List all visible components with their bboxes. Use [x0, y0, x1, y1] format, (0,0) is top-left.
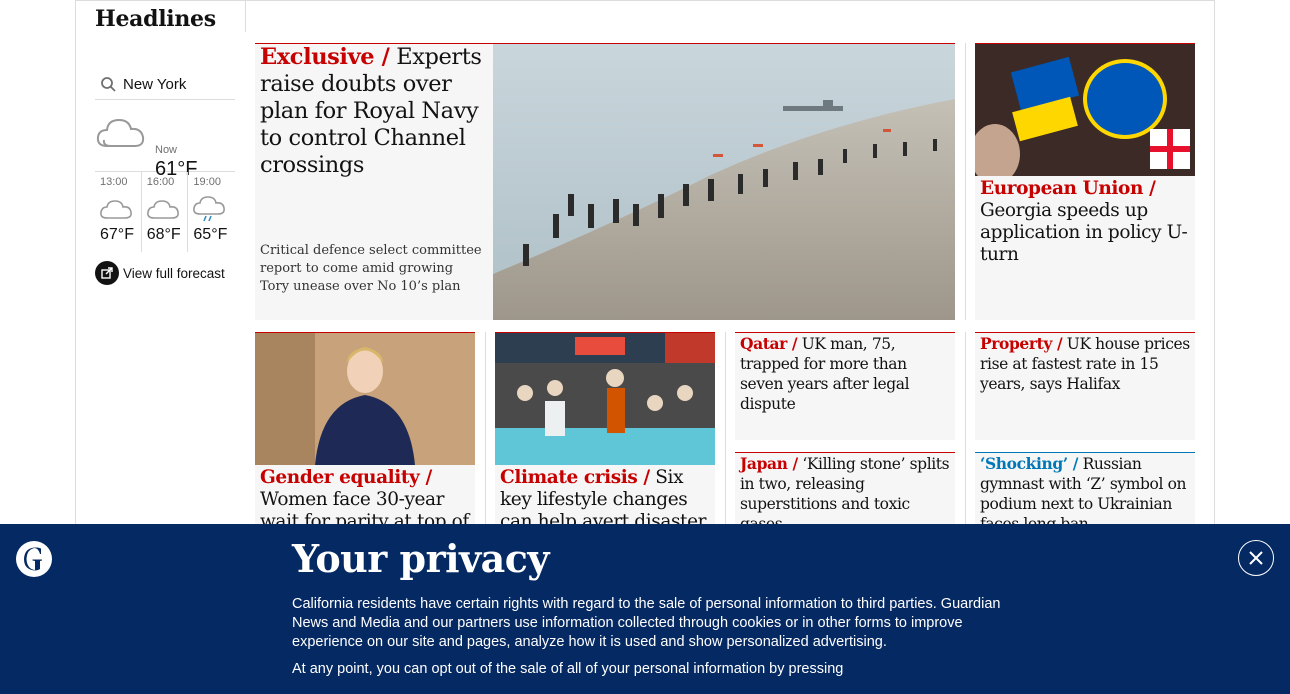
protest-photo: [975, 44, 1195, 176]
eu-headline-text: Georgia speeds up application in policy …: [980, 200, 1188, 265]
headline-card-gender[interactable]: Gender equality / Women face 30-year wai…: [255, 332, 475, 532]
gender-headline: Gender equality / Women face 30-year wai…: [260, 467, 474, 532]
close-icon: [1249, 551, 1263, 565]
headline-card-main[interactable]: Exclusive / Experts raise doubts over pl…: [255, 43, 955, 320]
property-headline: Property / UK house prices rise at faste…: [980, 334, 1192, 394]
privacy-paragraph: California residents have certain rights…: [292, 596, 1001, 650]
beach-photo: [493, 44, 955, 320]
column-divider: [965, 332, 966, 532]
japan-kicker: Japan /: [740, 454, 798, 473]
headline-card-eu[interactable]: European Union / Georgia speeds up appli…: [975, 43, 1195, 320]
close-button[interactable]: [1238, 540, 1274, 576]
property-kicker: Property /: [980, 334, 1063, 353]
weather-now: Now 61°F: [95, 100, 235, 180]
column-divider: [965, 43, 966, 320]
headline-card-shocking[interactable]: ‘Shocking’ / Russian gymnast with ‘Z’ sy…: [975, 452, 1195, 532]
eu-kicker: European Union /: [980, 178, 1156, 199]
headline-card-japan[interactable]: Japan / ‘Killing stone’ splits in two, r…: [735, 452, 955, 532]
weather-hour-time: 16:00: [146, 176, 175, 188]
view-forecast-link[interactable]: View full forecast: [95, 258, 235, 288]
privacy-title: Your privacy: [292, 536, 550, 581]
headline-card-qatar[interactable]: Qatar / UK man, 75, trapped for more tha…: [735, 332, 955, 440]
weather-hour: 13:00 67°F: [95, 172, 142, 252]
portrait-photo: [255, 333, 475, 465]
weather-widget: New York Now 61°F 13:00 67°F 16:00 68°F …: [95, 70, 235, 288]
column-divider: [485, 332, 486, 532]
gender-kicker: Gender equality /: [260, 467, 432, 488]
main-kicker: Exclusive /: [260, 44, 390, 70]
climate-protest-photo: [495, 333, 715, 465]
climate-headline: Climate crisis / Six key lifestyle chang…: [500, 467, 714, 532]
guardian-logo-icon: [16, 541, 52, 577]
weather-hour-temp: 65°F: [193, 226, 228, 243]
privacy-banner: Your privacy California residents have c…: [0, 524, 1290, 694]
rain-cloud-icon: [193, 196, 226, 222]
qatar-kicker: Qatar /: [740, 334, 798, 353]
weather-hour-temp: 68°F: [146, 226, 181, 243]
header-divider: [245, 0, 246, 32]
headline-card-property[interactable]: Property / UK house prices rise at faste…: [975, 332, 1195, 440]
weather-hour-time: 13:00: [100, 176, 128, 188]
weather-location: New York: [123, 76, 187, 93]
weather-hour-time: 19:00: [193, 176, 221, 188]
privacy-body: California residents have certain rights…: [292, 595, 1012, 687]
privacy-paragraph: At any point, you can opt out of the sal…: [292, 661, 844, 677]
search-icon: [101, 76, 116, 92]
section-title: Headlines: [95, 6, 216, 32]
headline-card-climate[interactable]: Climate crisis / Six key lifestyle chang…: [495, 332, 715, 532]
main-headline: Exclusive / Experts raise doubts over pl…: [260, 44, 485, 179]
cloud-icon: [96, 118, 145, 147]
weather-hour: 19:00 65°F: [188, 172, 235, 252]
shocking-headline: ‘Shocking’ / Russian gymnast with ‘Z’ sy…: [980, 454, 1192, 532]
weather-now-label: Now: [155, 144, 178, 156]
cloud-icon: [146, 200, 179, 219]
weather-location-search[interactable]: New York: [95, 70, 235, 100]
column-divider: [725, 332, 726, 532]
japan-headline: Japan / ‘Killing stone’ splits in two, r…: [740, 454, 952, 532]
climate-kicker: Climate crisis /: [500, 467, 650, 488]
view-forecast-label: View full forecast: [123, 265, 225, 281]
eu-headline: European Union / Georgia speeds up appli…: [980, 178, 1194, 266]
main-standfirst: Critical defence select committee report…: [260, 243, 482, 294]
weather-hourly: 13:00 67°F 16:00 68°F 19:00 65°F: [95, 172, 235, 252]
weather-hour: 16:00 68°F: [142, 172, 189, 252]
external-link-icon: [95, 261, 119, 285]
shocking-kicker: ‘Shocking’ /: [980, 454, 1079, 473]
qatar-headline: Qatar / UK man, 75, trapped for more tha…: [740, 334, 952, 414]
cloud-icon: [100, 200, 132, 219]
weather-hour-temp: 67°F: [100, 226, 134, 243]
